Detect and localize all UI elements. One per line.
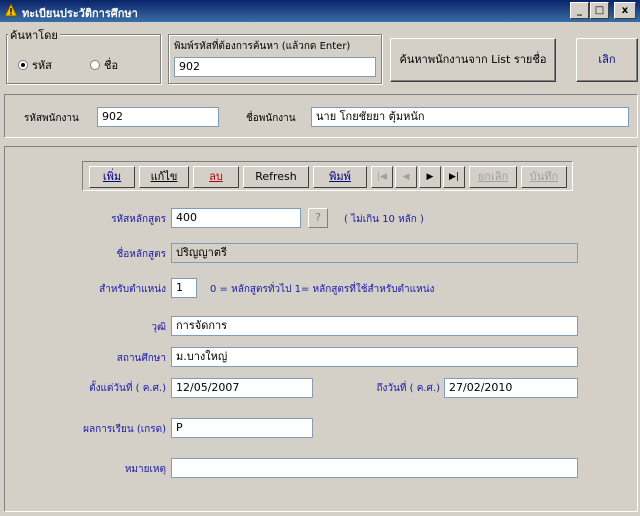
add-label: เพิ่ม — [102, 170, 122, 183]
position-field[interactable]: 1 — [171, 278, 197, 298]
close-button[interactable]: x — [614, 2, 636, 19]
delete-button[interactable]: ลบ — [193, 166, 239, 188]
last-record-button[interactable]: ▶| — [443, 166, 465, 188]
radio-code-label: รหัส — [32, 59, 52, 72]
employee-name-label: ชื่อพนักงาน — [246, 113, 296, 124]
record-toolbar: เพิ่ม แก้ไข ลบ Refresh พิมพ์ |◀ ◀ ▶ ▶| ย… — [82, 161, 573, 191]
remark-field[interactable] — [171, 458, 578, 478]
grade-label: ผลการเรียน (เกรด) — [83, 424, 166, 435]
position-hint: 0 = หลักสูตรทั่วไป 1= หลักสูตรที่ใช้สำหร… — [210, 284, 435, 295]
title-bar[interactable]: ทะเบียนประวัติการศึกษา _ □ x — [0, 0, 640, 22]
end-date-field[interactable]: 27/02/2010 — [444, 378, 578, 398]
window-title: ทะเบียนประวัติการศึกษา — [22, 7, 138, 20]
cancel-button[interactable]: เลิก — [576, 38, 638, 82]
degree-label: วุฒิ — [151, 322, 166, 333]
radio-name-dot[interactable] — [90, 60, 100, 70]
institution-field[interactable]: ม.บางใหญ่ — [171, 347, 578, 367]
refresh-button[interactable]: Refresh — [243, 166, 309, 188]
institution-label: สถานศึกษา — [116, 353, 166, 364]
next-record-button[interactable]: ▶ — [419, 166, 441, 188]
save-label: บันทึก — [529, 170, 559, 183]
delete-label: ลบ — [209, 170, 223, 183]
remark-label: หมายเหตุ — [124, 464, 166, 475]
grade-field[interactable]: P — [171, 418, 313, 438]
employee-code-field[interactable]: 902 — [97, 107, 219, 127]
search-list-button[interactable]: ค้นหาพนักงานจาก List รายชื่อ — [390, 38, 556, 82]
start-date-label: ตั้งแต่วันที่ ( ค.ศ.) — [89, 383, 166, 394]
print-label: พิมพ์ — [329, 170, 351, 183]
course-code-field[interactable]: 400 — [171, 208, 301, 228]
add-button[interactable]: เพิ่ม — [89, 166, 135, 188]
save-button[interactable]: บันทึก — [521, 166, 567, 188]
course-code-label: รหัสหลักสูตร — [111, 214, 166, 225]
edit-label: แก้ไข — [150, 170, 178, 183]
edit-button[interactable]: แก้ไข — [139, 166, 189, 188]
prev-record-button[interactable]: ◀ — [395, 166, 417, 188]
main-window: ทะเบียนประวัติการศึกษา _ □ x ค้นหาโดย รห… — [0, 0, 640, 516]
radio-search-by-code[interactable]: รหัส — [18, 56, 52, 74]
employee-code-label: รหัสพนักงาน — [24, 113, 79, 124]
course-lookup-button[interactable]: ? — [308, 208, 328, 228]
print-button[interactable]: พิมพ์ — [313, 166, 367, 188]
app-warning-icon — [4, 3, 18, 17]
degree-field[interactable]: การจัดการ — [171, 316, 578, 336]
first-record-button[interactable]: |◀ — [371, 166, 393, 188]
search-by-label: ค้นหาโดย — [8, 26, 60, 44]
start-date-field[interactable]: 12/05/2007 — [171, 378, 313, 398]
position-label: สำหรับตำแหน่ง — [99, 284, 166, 295]
radio-name-label: ชื่อ — [104, 59, 119, 72]
minimize-button[interactable]: _ — [570, 2, 589, 19]
undo-label: ยกเลิก — [477, 170, 509, 183]
employee-name-field[interactable]: นาย โกยชัยยา ตุ้มหนัก — [311, 107, 629, 127]
search-input[interactable]: 902 — [174, 57, 376, 77]
maximize-button[interactable]: □ — [590, 2, 609, 19]
search-field-label: พิมพ์รหัสที่ต้องการค้นหา (แล้วกด Enter) — [174, 41, 351, 52]
course-code-hint: ( ไม่เกิน 10 หลัก ) — [344, 214, 424, 225]
undo-button[interactable]: ยกเลิก — [469, 166, 517, 188]
end-date-label: ถึงวันที่ ( ค.ศ.) — [376, 383, 440, 394]
course-name-field[interactable]: ปริญญาตรี — [171, 243, 578, 263]
radio-search-by-name[interactable]: ชื่อ — [90, 56, 118, 74]
radio-code-dot[interactable] — [18, 60, 28, 70]
course-name-label: ชื่อหลักสูตร — [116, 249, 166, 260]
